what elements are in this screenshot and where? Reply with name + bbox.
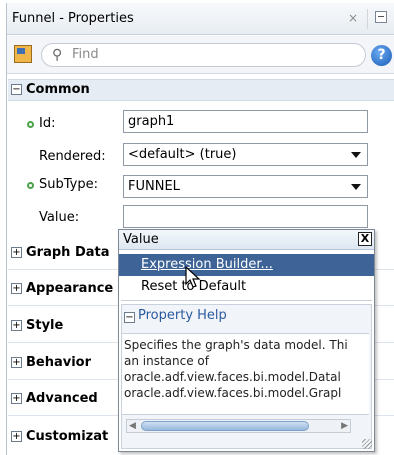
title-separator — [367, 9, 368, 29]
help-line: oracle.adf.view.faces.bi.model.Grapl — [124, 386, 342, 400]
menu-item-reset-to-default[interactable]: Reset to Default — [119, 276, 374, 298]
help-line: Specifies the graph's data model. Thi — [124, 338, 348, 352]
property-help-toggle[interactable]: − Property Help — [124, 308, 227, 323]
mouse-pointer-icon — [185, 266, 201, 288]
chevron-down-icon — [351, 152, 361, 158]
help-line: oracle.adf.view.faces.bi.model.Datal — [124, 370, 341, 384]
section-graph-data-label: Graph Data — [26, 245, 110, 260]
section-appearance-label: Appearance — [26, 281, 114, 296]
bind-to-data-icon[interactable] — [14, 45, 32, 63]
expand-icon[interactable]: + — [11, 393, 22, 404]
value-label: Value: — [39, 210, 80, 225]
help-icon[interactable]: ? — [371, 45, 392, 66]
section-behavior-label: Behavior — [26, 355, 92, 370]
search-input[interactable]: ⚲ Find — [41, 43, 366, 67]
required-indicator-icon — [27, 182, 34, 189]
window-title: Funnel - Properties — [12, 11, 134, 26]
expand-icon[interactable]: + — [11, 247, 22, 258]
expand-icon[interactable]: + — [11, 431, 22, 442]
menu-item-label: Expression Builder... — [141, 257, 273, 272]
help-line: an instance of — [124, 354, 209, 368]
subtype-select[interactable]: FUNNEL — [123, 175, 368, 198]
chevron-down-icon — [351, 184, 361, 190]
section-advanced-label: Advanced — [26, 391, 98, 406]
property-help-title: Property Help — [138, 308, 227, 323]
scrollbar-thumb[interactable] — [141, 421, 309, 431]
expand-icon[interactable]: + — [11, 357, 22, 368]
menu-item-expression-builder[interactable]: Expression Builder... — [119, 254, 374, 276]
expand-icon[interactable]: + — [11, 283, 22, 294]
section-common-label: Common — [26, 82, 90, 97]
minimize-icon[interactable] — [375, 11, 387, 23]
property-help: − Property Help Specifies the graph's dat… — [121, 304, 372, 449]
collapse-icon[interactable]: − — [11, 84, 22, 95]
scroll-left-icon[interactable]: ◀ — [129, 421, 136, 431]
required-indicator-icon — [27, 121, 34, 128]
close-icon[interactable]: X — [358, 232, 372, 246]
title-bar: Funnel - Properties × — [7, 3, 394, 35]
search-icon: ⚲ — [52, 47, 63, 63]
close-icon[interactable]: × — [348, 11, 358, 25]
popup-header: Value X — [119, 230, 374, 250]
id-label: Id: — [39, 116, 56, 131]
rendered-label: Rendered: — [39, 149, 106, 164]
value-popup: Value X Expression Builder... Reset to D… — [118, 229, 375, 452]
section-customization-label: Customizat — [26, 429, 109, 444]
section-style-label: Style — [26, 318, 64, 333]
rendered-select[interactable]: <default> (true) — [123, 143, 368, 166]
collapse-icon: − — [124, 312, 135, 323]
rendered-value: <default> (true) — [128, 147, 237, 162]
menu-divider — [121, 300, 372, 301]
value-field[interactable] — [123, 205, 368, 228]
property-help-text: Specifies the graph's data model. Thi an… — [122, 333, 369, 415]
search-placeholder: Find — [72, 47, 99, 62]
id-value: graph1 — [128, 114, 175, 129]
horizontal-scrollbar[interactable]: ◀ ▶ — [126, 419, 351, 433]
toolbar: ⚲ Find ? — [7, 36, 394, 74]
id-field[interactable]: graph1 — [123, 110, 368, 133]
resize-grip-icon[interactable] — [362, 439, 372, 449]
section-common[interactable]: − Common — [8, 79, 394, 101]
subtype-label: SubType: — [39, 177, 98, 192]
expand-icon[interactable]: + — [11, 320, 22, 331]
subtype-value: FUNNEL — [128, 179, 180, 194]
popup-title: Value — [123, 232, 159, 247]
scroll-right-icon[interactable]: ▶ — [341, 421, 348, 431]
